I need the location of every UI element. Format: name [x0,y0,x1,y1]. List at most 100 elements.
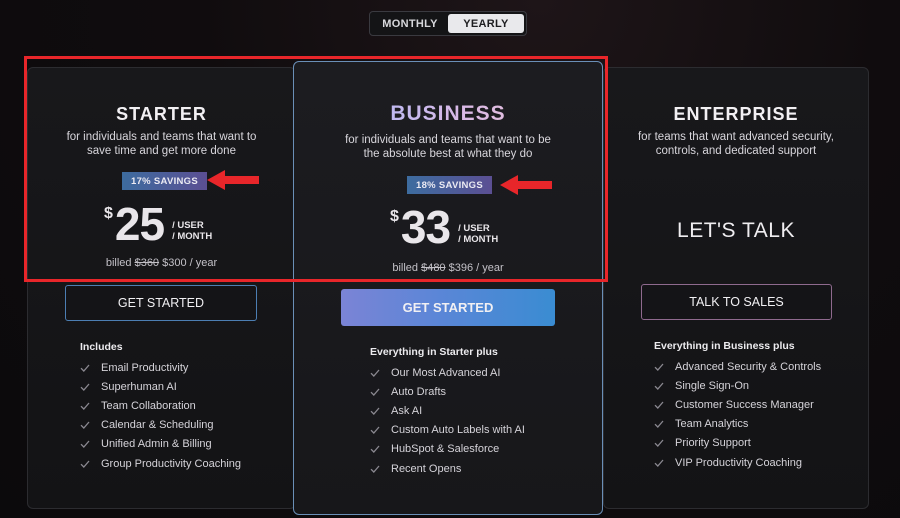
features-title: Includes [80,341,123,353]
feature-item: Ask AI [370,401,525,420]
toggle-yearly[interactable]: YEARLY [448,14,524,33]
plan-name: ENTERPRISE [673,104,799,124]
checkmark-icon [80,402,90,410]
checkmark-icon [80,460,90,468]
feature-item: Team Collaboration [80,396,241,415]
feature-label: Email Productivity [101,361,189,374]
feature-label: HubSpot & Salesforce [391,443,500,456]
checkmark-icon [370,388,380,396]
checkmark-icon [80,421,90,430]
feature-list: Advanced Security & Controls Single Sign-… [654,357,821,472]
feature-label: VIP Productivity Coaching [675,456,802,469]
billed-annually: billed $360 $300 / year [28,257,295,269]
feature-item: Calendar & Scheduling [80,416,241,435]
price-unit-user: / USER [172,220,204,231]
feature-label: Priority Support [675,437,751,450]
feature-label: Customer Success Manager [675,398,814,411]
checkmark-icon [370,426,380,435]
feature-item: Auto Drafts [370,382,525,401]
feature-item: Team Analytics [654,415,821,434]
plan-card-starter: STARTER for individuals and teams that w… [27,67,296,509]
plan-description-line: controls, and dedicated support [655,145,817,157]
toggle-monthly[interactable]: MONTHLY [372,14,448,33]
feature-label: Ask AI [391,404,423,417]
contact-headline: LET'S TALK [677,219,795,242]
checkmark-icon [370,369,380,377]
plan-description: for teams that want advanced security, c… [624,130,848,158]
feature-label: Auto Drafts [391,385,447,398]
checkmark-icon [654,401,664,409]
plan-card-enterprise: ENTERPRISE for teams that want advanced … [603,67,869,509]
checkmark-icon [80,440,90,449]
billed-discounted-price: $300 / year [162,257,218,269]
price-currency: $ [104,205,113,222]
plan-card-business: BUSINESS for individuals and teams that … [293,61,603,515]
price: $ 25 / USER / MONTH [104,201,212,247]
plan-description-line: for individuals and teams that want to b… [345,134,551,146]
billed-original-price: $480 [421,262,446,274]
feature-item: Custom Auto Labels with AI [370,421,525,440]
get-started-button[interactable]: GET STARTED [341,289,555,326]
checkmark-icon [80,383,90,391]
billed-original-price: $360 [134,257,160,269]
checkmark-icon [654,459,664,467]
savings-badge: 17% SAVINGS [122,172,208,190]
price-unit: / USER / MONTH [458,223,498,245]
feature-label: Superhuman AI [101,380,177,393]
plan-description-line: for teams that want advanced security, [637,131,835,143]
plan-description-line: save time and get more done [87,145,236,157]
features-title: Everything in Business plus [654,340,795,352]
feature-item: Unified Admin & Billing [80,435,241,454]
feature-item: Advanced Security & Controls [654,357,821,376]
feature-item: HubSpot & Salesforce [370,440,525,459]
talk-to-sales-button[interactable]: TALK TO SALES [641,284,832,320]
arrow-left-icon [500,175,552,195]
feature-label: Calendar & Scheduling [101,419,214,432]
savings-badge: 18% SAVINGS [407,176,493,194]
billed-discounted-price: $396 / year [448,262,504,274]
feature-label: Recent Opens [391,462,462,475]
billed-annually: billed $480 $396 / year [294,262,602,274]
feature-list: Our Most Advanced AI Auto Drafts Ask AI Cus… [370,363,525,478]
feature-list: Email Productivity Superhuman AI Team Coll… [80,358,241,473]
feature-item: Single Sign-On [654,376,821,395]
billing-toggle: MONTHLY YEARLY [369,11,527,36]
feature-item: VIP Productivity Coaching [654,453,821,472]
plan-description: for individuals and teams that want to b… [314,133,582,161]
feature-item: Customer Success Manager [654,395,821,414]
get-started-button[interactable]: GET STARTED [65,285,257,321]
feature-item: Email Productivity [80,358,241,377]
billed-prefix: billed [392,262,419,274]
price-unit-user: / USER [458,223,490,234]
arrow-left-icon [207,170,259,190]
feature-label: Team Analytics [675,418,749,431]
plan-description: for individuals and teams that want to s… [48,130,275,158]
feature-label: Team Collaboration [101,399,196,412]
plan-description-line: for individuals and teams that want to [66,131,257,143]
price-unit-month: / MONTH [172,231,213,242]
feature-label: Unified Admin & Billing [101,438,212,451]
feature-item: Recent Opens [370,459,525,478]
price: $ 33 / USER / MONTH [390,204,498,250]
checkmark-icon [654,420,664,429]
plan-name: BUSINESS [294,102,602,126]
feature-item: Group Productivity Coaching [80,454,241,473]
feature-item: Our Most Advanced AI [370,363,525,382]
checkmark-icon [654,439,664,448]
checkmark-icon [654,382,664,390]
feature-item: Priority Support [654,434,821,453]
checkmark-icon [370,445,380,454]
billed-prefix: billed [105,257,132,269]
features-title: Everything in Starter plus [370,346,498,358]
checkmark-icon [80,364,90,372]
plan-name: STARTER [116,104,207,124]
feature-label: Custom Auto Labels with AI [391,424,525,437]
price-amount: 33 [400,201,451,253]
price-unit: / USER / MONTH [172,220,212,242]
feature-label: Our Most Advanced AI [391,366,501,379]
price-currency: $ [390,208,399,225]
price-unit-month: / MONTH [458,234,499,245]
feature-label: Advanced Security & Controls [675,360,822,373]
plan-description-line: the absolute best at what they do [363,148,533,160]
feature-label: Single Sign-On [675,379,749,392]
